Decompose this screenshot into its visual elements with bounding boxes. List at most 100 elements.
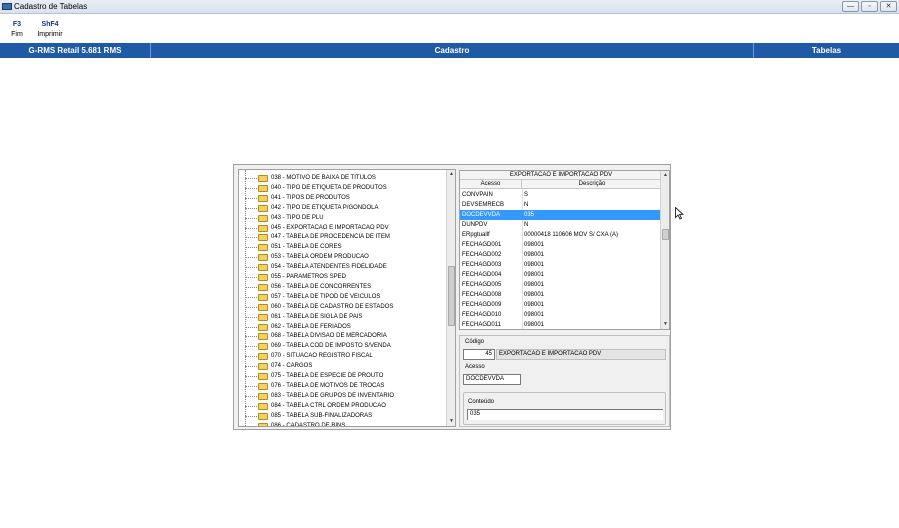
tree-item[interactable]: 056 - TABELA DE CONCORRENTES: [239, 282, 449, 292]
scroll-up-icon[interactable]: ▲: [661, 171, 669, 180]
tree-item[interactable]: 062 - TABELA DE FERIADOS: [239, 322, 449, 332]
tree-item[interactable]: 085 - TABELA SUB-FINALIZADORAS: [239, 411, 449, 421]
folder-icon: [258, 184, 268, 192]
tree-item[interactable]: 045 - EXPORTACAO E IMPORTACAO PDV: [239, 223, 449, 233]
acesso-field[interactable]: DOCDEVVDA: [463, 374, 521, 385]
tree-item[interactable]: 070 - SITUACAO REGISTRO FISCAL: [239, 351, 449, 361]
cell-descricao: 098001: [524, 262, 545, 268]
tree-item[interactable]: 084 - TABELA CTRL ORDEM PRODUCAO: [239, 401, 449, 411]
tree-item[interactable]: 069 - TABELA COD DE IMPOSTO S/VENDA: [239, 341, 449, 351]
grid-row[interactable]: FECHAGD005 098001: [460, 280, 662, 290]
tree-item[interactable]: 061 - TABELA DE SIGLA DE PAIS: [239, 312, 449, 322]
tree-item[interactable]: 047 - TABELA DE PROCEDENCIA DE ITEM: [239, 232, 449, 242]
tree-item[interactable]: 040 - TIPO DE ETIQUETA DE PRODUTOS: [239, 183, 449, 193]
fnkey-code: F3: [12, 21, 22, 28]
tree-connector: [245, 356, 257, 358]
grid-row[interactable]: FECHAGD004 098001: [460, 270, 662, 280]
tree-connector: [245, 267, 257, 269]
tree-item-label: 041 - TIPOS DE PRODUTOS: [271, 194, 350, 201]
grid-scrollbar[interactable]: ▲ ▼: [660, 171, 669, 329]
table-tree[interactable]: 038 - MOTIVO DE BAIXA DE TITULOS 040 - TI…: [238, 169, 456, 427]
scroll-down-icon[interactable]: ▼: [447, 417, 455, 426]
cell-acesso: FECHAGD005: [462, 282, 502, 288]
tree-item[interactable]: 043 - TIPO DE PLU: [239, 213, 449, 223]
tree-item[interactable]: 057 - TABELA DE TIPOD DE VEICULOS: [239, 292, 449, 302]
tree-item[interactable]: 042 - TIPO DE ETIQUETA P/GONDOLA: [239, 203, 449, 213]
column-header-descricao[interactable]: Descrição: [522, 180, 662, 189]
header-section: Cadastro: [151, 43, 754, 58]
maximize-button[interactable]: ▫: [861, 1, 878, 12]
tree-item[interactable]: 083 - TABELA DE GRUPOS DE INVENTARIO: [239, 391, 449, 401]
tree-item[interactable]: 041 - TIPOS DE PRODUTOS: [239, 193, 449, 203]
tree-item[interactable]: 075 - TABELA DE ESPECIE DE PROUTO: [239, 371, 449, 381]
grid-row-selected[interactable]: DOCDEVVDA 035: [460, 210, 662, 220]
tree-scrollbar[interactable]: ▲ ▼: [446, 170, 455, 426]
codigo-field[interactable]: 45: [463, 349, 495, 360]
fnkey-imprimir[interactable]: ShF4 Imprimir: [34, 21, 66, 38]
grid-row[interactable]: FECHAGD011 098001: [460, 320, 662, 329]
cell-descricao: 098001: [524, 252, 545, 258]
tree-item-label: 069 - TABELA COD DE IMPOSTO S/VENDA: [271, 343, 391, 350]
tree-item-label: 038 - MOTIVO DE BAIXA DE TITULOS: [271, 175, 376, 181]
tree-item-label: 040 - TIPO DE ETIQUETA DE PRODUTOS: [271, 184, 387, 191]
grid-row[interactable]: CONVPAIN S: [460, 190, 662, 200]
grid-row[interactable]: ERpgtuallf 00000418 110606 MOV S/ CXA (A): [460, 230, 662, 240]
grid-row[interactable]: DUNPDV N: [460, 220, 662, 230]
function-key-bar: F3 Fim ShF4 Imprimir: [0, 14, 899, 43]
tree-connector: [245, 227, 257, 229]
fnkey-fim[interactable]: F3 Fim: [8, 21, 26, 38]
grid-row[interactable]: FECHAGD001 098001: [460, 240, 662, 250]
tree-item[interactable]: 054 - TABELA ATENDENTES FIDELIDADE: [239, 262, 449, 272]
tree-item-label: 054 - TABELA ATENDENTES FIDELIDADE: [271, 264, 387, 271]
tree-item[interactable]: 086 - CADASTRO DE BINS: [239, 421, 449, 426]
cell-acesso: FECHAGD009: [462, 302, 502, 308]
close-button[interactable]: ✕: [880, 1, 897, 12]
grid-row[interactable]: FECHAGD008 098001: [460, 290, 662, 300]
folder-icon: [258, 264, 268, 272]
cell-descricao: 098001: [524, 292, 545, 298]
scroll-down-icon[interactable]: ▼: [661, 320, 669, 329]
parameters-grid[interactable]: EXPORTACAO E IMPORTACAO PDV Acesso Descr…: [459, 170, 670, 330]
scroll-thumb[interactable]: [448, 266, 455, 326]
folder-icon: [258, 412, 268, 420]
tree-item[interactable]: 053 - TABELA ORDEM PRODUCAO: [239, 252, 449, 262]
cell-descricao: 098001: [524, 242, 545, 248]
cell-descricao: 098001: [524, 272, 545, 278]
window-title: Cadastro de Tabelas: [14, 2, 88, 11]
tree-item-label: 055 - PARAMETROS SPED: [271, 274, 346, 280]
tree-item[interactable]: 076 - TABELA DE MOTIVOS DE TROCAS: [239, 381, 449, 391]
tree-connector: [245, 405, 257, 407]
conteudo-field[interactable]: 035: [467, 409, 663, 420]
minimize-button[interactable]: —: [842, 1, 859, 12]
tree-item[interactable]: 055 - PARAMETROS SPED: [239, 272, 449, 282]
tree-item[interactable]: 074 - CARGOS: [239, 361, 449, 371]
tree-connector: [245, 316, 257, 318]
column-header-acesso[interactable]: Acesso: [460, 180, 522, 189]
header-bar: G-RMS Retail 5.681 RMS Cadastro Tabelas: [0, 43, 899, 58]
tree-item-label: 074 - CARGOS: [271, 363, 313, 370]
tree-item[interactable]: 051 - TABELA DE CORES: [239, 242, 449, 252]
tree-item-label: 051 - TABELA DE CORES: [271, 244, 342, 251]
tree-item-label: 053 - TABELA ORDEM PRODUCAO: [271, 254, 369, 261]
grid-row[interactable]: FECHAGD009 098001: [460, 300, 662, 310]
cell-descricao: S: [524, 192, 529, 198]
tree-item-label: 076 - TABELA DE MOTIVOS DE TROCAS: [271, 382, 385, 389]
folder-icon: [258, 343, 268, 351]
scroll-up-icon[interactable]: ▲: [447, 170, 455, 179]
scroll-thumb[interactable]: [662, 229, 669, 240]
grid-row[interactable]: FECHAGD010 098001: [460, 310, 662, 320]
grid-row[interactable]: FECHAGD002 098001: [460, 250, 662, 260]
folder-icon: [258, 323, 268, 331]
cell-acesso: DUNPDV: [462, 222, 488, 228]
tree-item[interactable]: 068 - TABELA DIVISAO DE MERCADORIA: [239, 331, 449, 341]
grid-row[interactable]: FECHAGD003 098001: [460, 260, 662, 270]
grid-row[interactable]: DEVSEMRECB N: [460, 200, 662, 210]
tree-item[interactable]: 038 - MOTIVO DE BAIXA DE TITULOS: [239, 173, 449, 183]
tree-item[interactable]: 060 - TABELA DE CADASTRO DE ESTADOS: [239, 302, 449, 312]
cell-descricao: 035: [524, 212, 535, 218]
tree-connector: [245, 247, 257, 249]
tables-panel: 038 - MOTIVO DE BAIXA DE TITULOS 040 - TI…: [233, 164, 671, 430]
tree-connector: [245, 277, 257, 278]
detail-form: Código 45 EXPORTACAO E IMPORTACAO PDV Ac…: [459, 335, 670, 427]
tree-connector: [245, 296, 257, 298]
